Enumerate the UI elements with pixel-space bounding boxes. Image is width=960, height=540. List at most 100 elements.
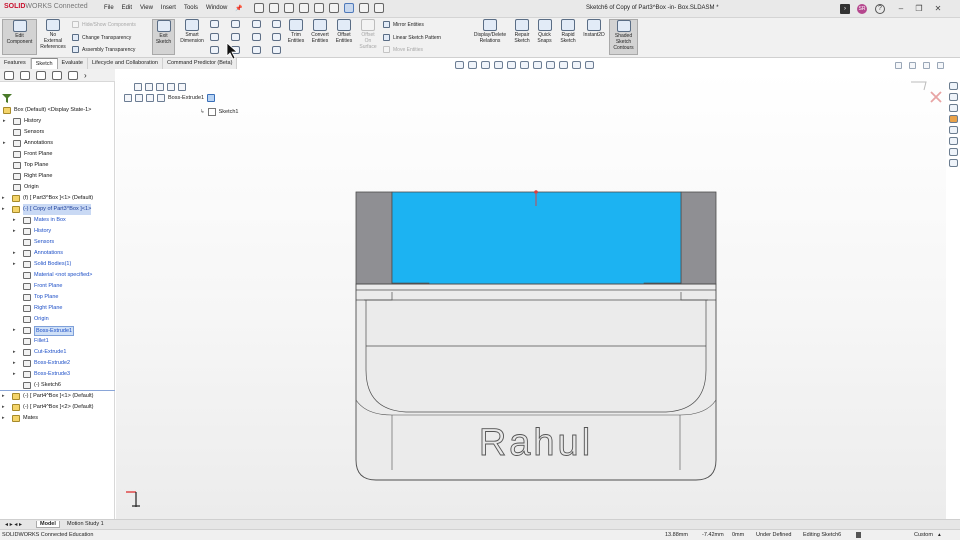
slot-icon[interactable] [210,46,219,54]
zoom-to-fit-icon[interactable] [455,61,464,69]
appearances-icon[interactable] [948,115,958,123]
viewport-close-icon[interactable] [937,62,944,69]
scene-icon[interactable] [572,61,581,69]
configuration-manager-tab-icon[interactable] [36,71,46,80]
traffic-light-icon[interactable] [359,3,369,13]
offset-entities-button[interactable]: Offset Entities [333,19,355,44]
tree-item[interactable]: Material <not specified> [0,270,115,281]
tree-item[interactable]: (-) Sketch6 [0,380,115,391]
edit-component-button[interactable]: Edit Component [2,19,37,55]
tree-item[interactable]: Origin [0,182,115,193]
tree-item[interactable]: ▸ (-) [ Part4^Box ]<2> (Default) [0,402,115,413]
change-transparency-button[interactable]: Change Transparency [72,34,131,41]
tree-expander-icon[interactable]: ▸ [2,193,5,204]
units-dropdown-icon[interactable]: ▴ [938,532,941,538]
tree-item[interactable]: ▸ History [0,116,115,127]
zoom-area-icon[interactable] [468,61,477,69]
dynamic-annotation-icon[interactable] [507,61,516,69]
cancel-corner-icon[interactable] [930,91,942,103]
feature-manager-tab-icon[interactable] [4,71,14,80]
exit-sketch-corner-icon[interactable] [911,81,927,91]
tree-item[interactable]: ▸ (-) [ Copy of Part3^Box ]<1> [0,204,115,215]
tree-item[interactable]: ▸ Boss-Extrude2 [0,358,115,369]
tree-item[interactable]: ▸ (f) [ Part3^Box ]<1> (Default) [0,193,115,204]
custom-properties-icon[interactable] [948,137,958,145]
tab-sketch[interactable]: Sketch [30,58,58,69]
tree-item[interactable]: ▸ Annotations [0,138,115,149]
home-icon[interactable] [254,3,264,13]
tree-item[interactable]: Right Plane [0,303,115,314]
tree-item[interactable]: ▸ Mates in Box [0,215,115,226]
tab-motion-study[interactable]: Motion Study 1 [64,521,107,527]
restore-icon[interactable]: ❐ [914,4,924,14]
tree-expander-icon[interactable]: ▸ [2,413,5,424]
menu-view[interactable]: View [140,5,153,12]
tree-item[interactable]: Top Plane [0,292,115,303]
chevron-right-icon[interactable]: › [84,71,87,80]
section-view-icon[interactable] [494,61,503,69]
undo-icon[interactable] [329,3,339,13]
tab-model[interactable]: Model [36,521,60,528]
tree-expander-icon[interactable]: ▸ [3,138,6,149]
print-icon[interactable] [314,3,324,13]
menu-tools[interactable]: Tools [184,5,198,12]
view-settings-icon[interactable] [585,61,594,69]
menu-edit[interactable]: Edit [122,5,132,12]
solidworks-resources-icon[interactable] [948,82,958,90]
menu-window[interactable]: Window [206,5,227,12]
tree-item[interactable]: ▸ Mates [0,413,115,424]
tree-item[interactable]: ▸ Boss-Extrude3 [0,369,115,380]
smart-dimension-button[interactable]: Smart Dimension [177,19,207,44]
trim-entities-button[interactable]: Trim Entities [286,19,306,44]
terminal-icon[interactable]: › [840,4,850,14]
left-wall-face[interactable] [355,191,393,285]
edit-appearance-icon[interactable] [559,61,568,69]
options-gear-icon[interactable] [374,3,384,13]
tree-item[interactable]: ▸ History [0,226,115,237]
user-avatar[interactable]: SR [857,4,867,14]
tree-item[interactable]: Sensors [0,127,115,138]
tree-expander-icon[interactable]: ▸ [2,204,5,215]
text-icon[interactable] [272,33,281,41]
tree-expander-icon[interactable]: ▸ [13,215,16,226]
tree-item[interactable]: ▸ Annotations [0,248,115,259]
task-pane-extra-icon[interactable] [948,159,958,167]
design-library-icon[interactable] [948,93,958,101]
exit-sketch-button[interactable]: Exit Sketch [152,19,175,55]
box-model[interactable]: Rahul [355,191,717,481]
property-manager-tab-icon[interactable] [20,71,30,80]
close-icon[interactable]: ✕ [933,4,943,14]
pin-icon[interactable]: 📌 [235,5,242,12]
instant2d-button[interactable]: Instant2D [581,19,607,38]
tree-expander-icon[interactable]: ▸ [13,325,16,336]
view-orientation-icon[interactable] [520,61,529,69]
tree-item[interactable]: ▸ Solid Bodies(1) [0,259,115,270]
tree-expander-icon[interactable]: ▸ [13,358,16,369]
filter-icon[interactable] [2,94,12,103]
tab-lifecycle[interactable]: Lifecycle and Collaboration [87,58,163,69]
convert-entities-button[interactable]: Convert Entities [309,19,331,44]
tree-item[interactable]: ▸ Boss-Extrude1 [0,325,115,336]
spline-icon[interactable] [252,20,261,28]
quick-snaps-button[interactable]: Quick Snaps [535,19,554,44]
linear-sketch-pattern-button[interactable]: Linear Sketch Pattern [383,34,441,41]
tree-item[interactable]: Top Plane [0,160,115,171]
point-icon[interactable] [272,20,281,28]
tree-item[interactable]: ▸ (-) [ Part4^Box ]<1> (Default) [0,391,115,402]
minimize-icon[interactable]: – [896,4,906,14]
scroll-arrows-icon[interactable]: ◂ ▸ ◂ ▸ [2,521,25,528]
rebuild-icon[interactable] [856,532,861,538]
tree-expander-icon[interactable]: ▸ [13,259,16,270]
dimxpert-tab-icon[interactable] [52,71,62,80]
tree-item[interactable]: Front Plane [0,149,115,160]
rapid-sketch-button[interactable]: Rapid Sketch [557,19,579,44]
tree-expander-icon[interactable]: ▸ [13,226,16,237]
display-style-icon[interactable] [533,61,542,69]
tree-expander-icon[interactable]: ▸ [3,116,6,127]
confirmation-corner[interactable] [911,81,942,103]
mirror-entities-button[interactable]: Mirror Entities [383,21,424,28]
engraved-text[interactable]: Rahul [478,422,593,465]
previous-view-icon[interactable] [481,61,490,69]
tree-expander-icon[interactable]: ▸ [2,402,5,413]
viewport-minimize-icon[interactable] [909,62,916,69]
